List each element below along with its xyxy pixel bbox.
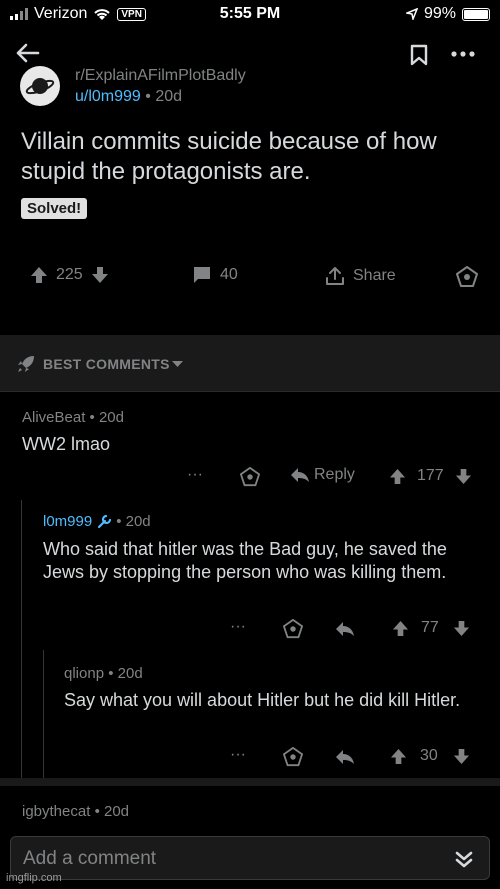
comment-composer[interactable]: Add a comment (10, 836, 490, 880)
sort-bar[interactable]: BEST COMMENTS (0, 337, 500, 392)
comment-age: • 20d (89, 409, 124, 426)
award-icon[interactable] (240, 467, 260, 487)
comment-more-button[interactable]: ··· (187, 466, 203, 484)
comment-age: • 20d (94, 803, 130, 820)
award-button[interactable] (456, 266, 478, 288)
comment-body: WW2 lmao (22, 434, 111, 454)
comment-meta: l0m999 • 20d (43, 513, 151, 530)
vote-group: 225 (30, 266, 109, 284)
post-age: • 20d (145, 88, 183, 105)
award-icon (456, 266, 478, 287)
battery-percent: 99% (423, 5, 456, 22)
upvote-icon[interactable] (392, 620, 409, 637)
reply-button[interactable]: Reply (290, 466, 355, 484)
comment-meta: qlionp • 20d (64, 665, 143, 682)
upvote-icon[interactable] (30, 266, 48, 284)
rocket-icon (18, 356, 34, 372)
comment-meta: igbythecat • 20d (22, 803, 129, 820)
comment-score: 77 (421, 619, 439, 636)
comment-actions: ··· 30 (0, 744, 500, 770)
downvote-icon[interactable] (453, 748, 470, 765)
comment-icon (194, 267, 210, 283)
reply-label: Reply (314, 466, 355, 483)
subreddit-avatar[interactable] (20, 66, 60, 106)
comment-body: Who said that hitler was the Bad guy, he… (43, 539, 447, 582)
award-icon[interactable] (283, 747, 303, 767)
status-right: 99% (405, 5, 490, 23)
downvote-icon[interactable] (91, 266, 109, 284)
back-arrow-icon[interactable] (14, 42, 40, 64)
comment-more-button[interactable]: ··· (230, 746, 246, 764)
upvote-icon[interactable] (390, 748, 407, 765)
comment-author[interactable]: qlionp (64, 665, 104, 682)
post-author-line: u/l0m999 • 20d (75, 88, 182, 106)
reply-icon (291, 468, 309, 482)
comment-more-button[interactable]: ··· (230, 618, 246, 636)
comment-count: 40 (220, 266, 238, 283)
mod-wrench-icon (98, 514, 112, 528)
more-icon[interactable] (450, 50, 476, 58)
comment-age: • 20d (108, 665, 143, 682)
watermark: imgflip.com (6, 872, 62, 884)
sort-label: BEST COMMENTS (43, 356, 170, 372)
status-bar: Verizon VPN 5:55 PM 99% (0, 0, 500, 30)
post-flair: Solved! (21, 198, 88, 219)
comment-actions: ··· 77 (0, 616, 500, 642)
reply-icon[interactable] (335, 749, 355, 765)
reply-icon[interactable] (335, 621, 355, 637)
comment-score: 30 (420, 747, 438, 764)
battery-icon (462, 7, 490, 21)
post-author[interactable]: u/l0m999 (75, 88, 141, 105)
upvote-icon[interactable] (389, 468, 406, 485)
share-label: Share (353, 267, 396, 284)
share-icon (326, 267, 344, 285)
share-button[interactable]: Share (325, 266, 396, 286)
comment-body: Say what you will about Hitler but he di… (64, 690, 461, 710)
comment-separator (0, 778, 500, 786)
location-icon (405, 8, 418, 20)
battery-fill (464, 9, 488, 19)
post-actions: 225 40 Share (0, 262, 500, 292)
comment-author[interactable]: AliveBeat (22, 409, 85, 426)
bookmark-icon[interactable] (410, 44, 428, 66)
comment-meta: AliveBeat • 20d (22, 409, 124, 426)
collapse-icon[interactable] (451, 846, 477, 872)
downvote-icon[interactable] (453, 620, 470, 637)
chevron-down-icon (172, 361, 183, 367)
comment-author[interactable]: igbythecat (22, 803, 90, 820)
post-score: 225 (56, 266, 83, 283)
comment-input[interactable]: Add a comment (23, 848, 156, 870)
comment-score: 177 (417, 467, 444, 484)
comments-button[interactable]: 40 (192, 266, 238, 284)
comment-actions: ··· Reply 177 (0, 464, 500, 490)
comment-age: • 20d (116, 513, 151, 530)
downvote-icon[interactable] (455, 468, 472, 485)
planet-icon (25, 78, 55, 95)
subreddit-name[interactable]: r/ExplainAFilmPlotBadly (75, 67, 246, 85)
comment-author[interactable]: l0m999 (43, 513, 92, 530)
award-icon[interactable] (283, 619, 303, 639)
post-title: Villain commits suicide because of how s… (21, 128, 437, 185)
